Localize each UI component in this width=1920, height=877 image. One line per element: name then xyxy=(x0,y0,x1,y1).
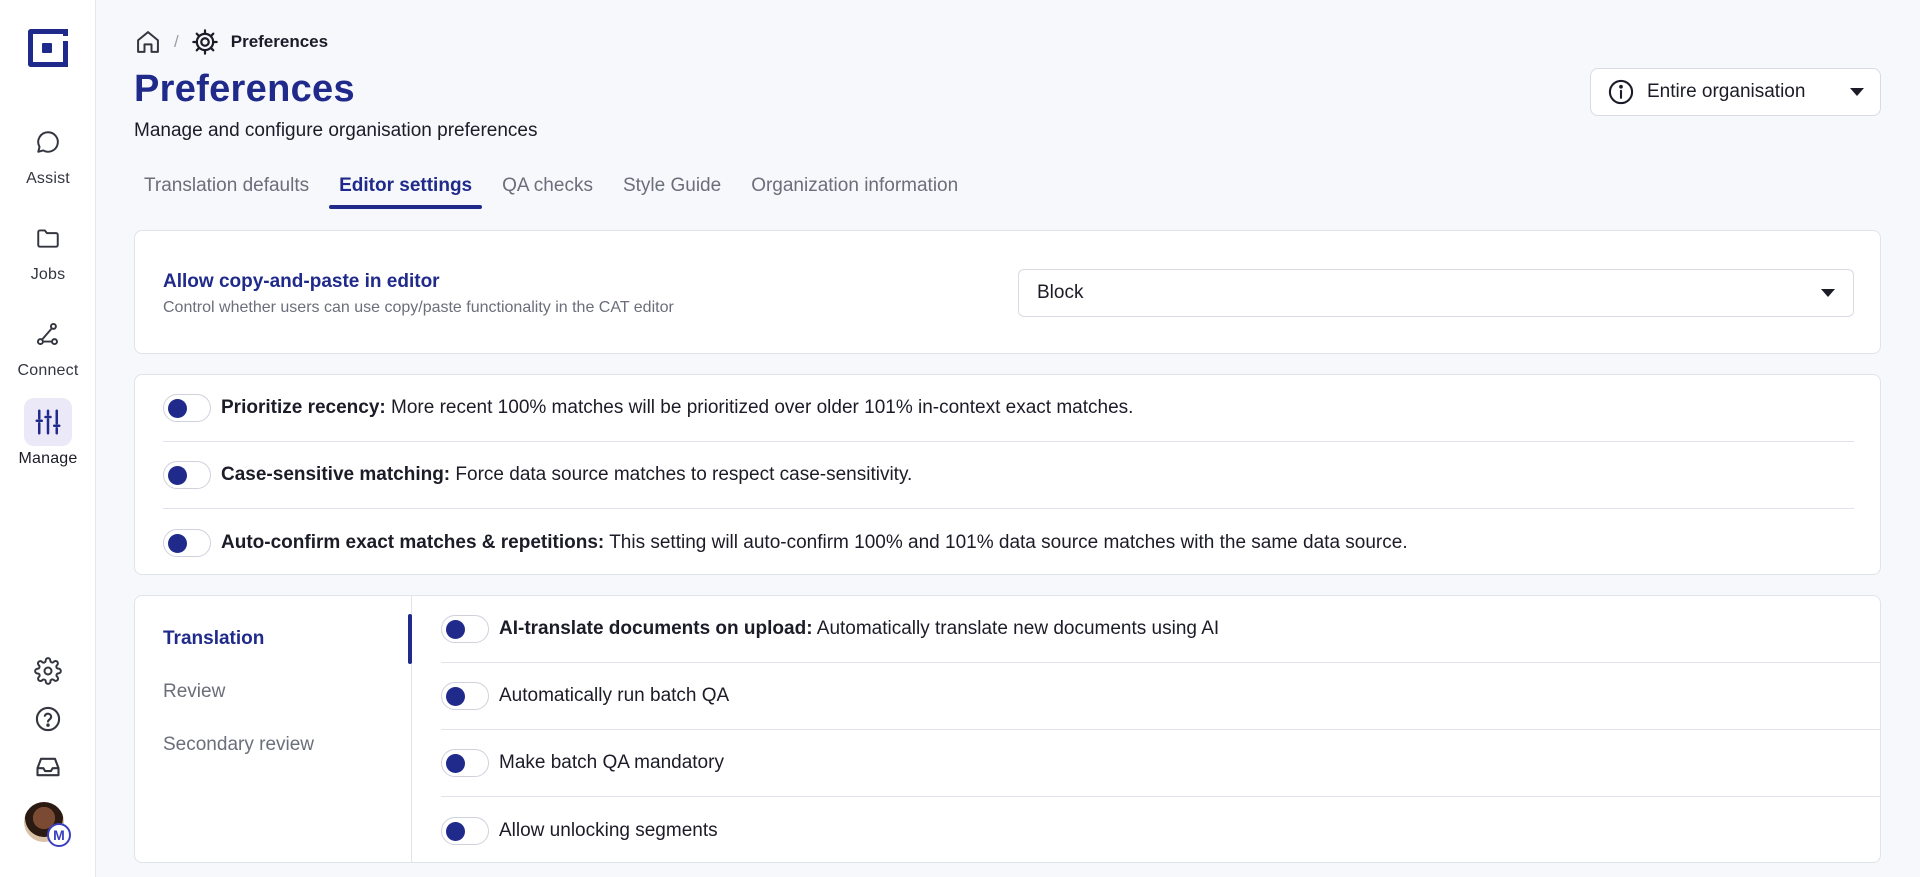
setting-description: This setting will auto-confirm 100% and … xyxy=(609,531,1408,553)
copy-paste-title: Allow copy-and-paste in editor xyxy=(163,271,440,292)
setting-label: Prioritize recency: xyxy=(221,397,386,418)
copy-paste-description: Control whether users can use copy/paste… xyxy=(163,299,674,316)
sidebar-item-manage[interactable]: Manage xyxy=(0,398,96,468)
setting-label: Auto-confirm exact matches & repetitions… xyxy=(221,531,605,553)
tab-translation-defaults[interactable]: Translation defaults xyxy=(134,175,319,209)
sidebar-item-label: Jobs xyxy=(30,266,66,283)
toggle-switch[interactable] xyxy=(163,528,211,557)
setting-description: Automatically translate new documents us… xyxy=(816,618,1220,639)
setting-text: Auto-confirm exact matches & repetitions… xyxy=(221,532,1408,554)
workflow-subnav: Translation Review Secondary review xyxy=(135,596,412,862)
setting-row-auto-confirm: Auto-confirm exact matches & repetitions… xyxy=(163,509,1854,576)
page-title: Preferences xyxy=(134,68,355,110)
copy-paste-select[interactable]: Block xyxy=(1018,269,1854,317)
subnav-active-indicator xyxy=(408,614,412,664)
toggle-knob xyxy=(168,533,187,553)
inbox-icon xyxy=(36,757,60,777)
setting-row-unlock-segments: Allow unlocking segments xyxy=(441,797,1880,862)
toggle-switch[interactable] xyxy=(441,615,489,643)
org-badge: M xyxy=(47,823,71,847)
setting-row-ai-translate: AI-translate documents on upload: Automa… xyxy=(441,596,1880,663)
toggle-switch[interactable] xyxy=(441,816,489,845)
folder-icon xyxy=(24,214,72,262)
setting-row-case-sensitive: Case-sensitive matching: Force data sour… xyxy=(163,442,1854,509)
setting-label: Case-sensitive matching: xyxy=(221,464,451,485)
setting-text: Case-sensitive matching: Force data sour… xyxy=(221,464,912,486)
toggle-switch[interactable] xyxy=(163,394,211,422)
gear-icon xyxy=(34,657,62,685)
tab-editor-settings[interactable]: Editor settings xyxy=(329,175,483,209)
copy-paste-value: Block xyxy=(1037,282,1084,303)
settings-button[interactable] xyxy=(0,657,96,685)
connect-nodes-icon xyxy=(24,310,72,358)
setting-description: More recent 100% matches will be priorit… xyxy=(391,397,1134,418)
setting-description: Make batch QA mandatory xyxy=(499,752,724,773)
breadcrumb-separator: / xyxy=(174,32,179,51)
home-icon[interactable] xyxy=(134,28,162,56)
scope-dropdown[interactable]: Entire organisation xyxy=(1590,68,1881,116)
inbox-button[interactable] xyxy=(0,753,96,781)
info-icon xyxy=(1608,79,1634,105)
toggle-knob xyxy=(446,620,465,639)
caret-down-icon xyxy=(1821,289,1835,297)
sliders-icon xyxy=(24,398,72,446)
caret-down-icon xyxy=(1850,88,1864,96)
setting-row-prioritize-recency: Prioritize recency: More recent 100% mat… xyxy=(163,375,1854,442)
sidebar: Assist Jobs Connect Manage M xyxy=(0,0,96,877)
tab-qa-checks[interactable]: QA checks xyxy=(492,175,603,209)
help-circle-icon xyxy=(35,706,61,732)
chat-bubble-icon xyxy=(24,118,72,166)
sidebar-item-jobs[interactable]: Jobs xyxy=(0,214,96,284)
toggle-switch[interactable] xyxy=(163,461,211,489)
sidebar-item-assist[interactable]: Assist xyxy=(0,118,96,188)
setting-description: Force data source matches to respect cas… xyxy=(455,464,913,485)
app-logo[interactable] xyxy=(28,29,68,67)
tab-bar: Translation defaults Editor settings QA … xyxy=(134,175,978,209)
tab-organization-information[interactable]: Organization information xyxy=(741,175,968,209)
sidebar-item-label: Connect xyxy=(17,362,79,379)
workflow-settings-card: Translation Review Secondary review AI-t… xyxy=(134,595,1881,863)
toggle-knob xyxy=(446,754,465,773)
subnav-secondary-review[interactable]: Secondary review xyxy=(163,734,314,756)
toggle-knob xyxy=(168,466,187,485)
setting-label: AI-translate documents on upload: xyxy=(499,618,813,639)
setting-row-run-batch-qa: Automatically run batch QA xyxy=(441,663,1880,730)
settings-cog-icon xyxy=(191,29,218,55)
copy-paste-card: Allow copy-and-paste in editor Control w… xyxy=(134,230,1881,354)
breadcrumb: / Preferences xyxy=(134,28,328,56)
sidebar-item-label: Assist xyxy=(26,170,70,187)
breadcrumb-current: Preferences xyxy=(230,32,329,51)
setting-description: Automatically run batch QA xyxy=(499,685,730,706)
toggle-knob xyxy=(446,821,465,841)
toggle-switch[interactable] xyxy=(441,682,489,710)
setting-text: Prioritize recency: More recent 100% mat… xyxy=(221,397,1133,419)
subnav-translation[interactable]: Translation xyxy=(163,628,264,650)
page-subtitle: Manage and configure organisation prefer… xyxy=(134,120,538,141)
tab-style-guide[interactable]: Style Guide xyxy=(613,175,731,209)
setting-text: AI-translate documents on upload: Automa… xyxy=(499,618,1219,640)
toggle-switch[interactable] xyxy=(441,749,489,777)
matching-settings-card: Prioritize recency: More recent 100% mat… xyxy=(134,374,1881,575)
toggle-knob xyxy=(168,399,187,418)
sidebar-item-connect[interactable]: Connect xyxy=(0,310,96,380)
sidebar-item-label: Manage xyxy=(18,450,78,467)
scope-value: Entire organisation xyxy=(1647,81,1806,102)
subnav-review[interactable]: Review xyxy=(163,681,225,703)
help-button[interactable] xyxy=(0,705,96,733)
toggle-knob xyxy=(446,687,465,706)
setting-row-batch-qa-mandatory: Make batch QA mandatory xyxy=(441,730,1880,797)
setting-description: Allow unlocking segments xyxy=(499,819,718,841)
